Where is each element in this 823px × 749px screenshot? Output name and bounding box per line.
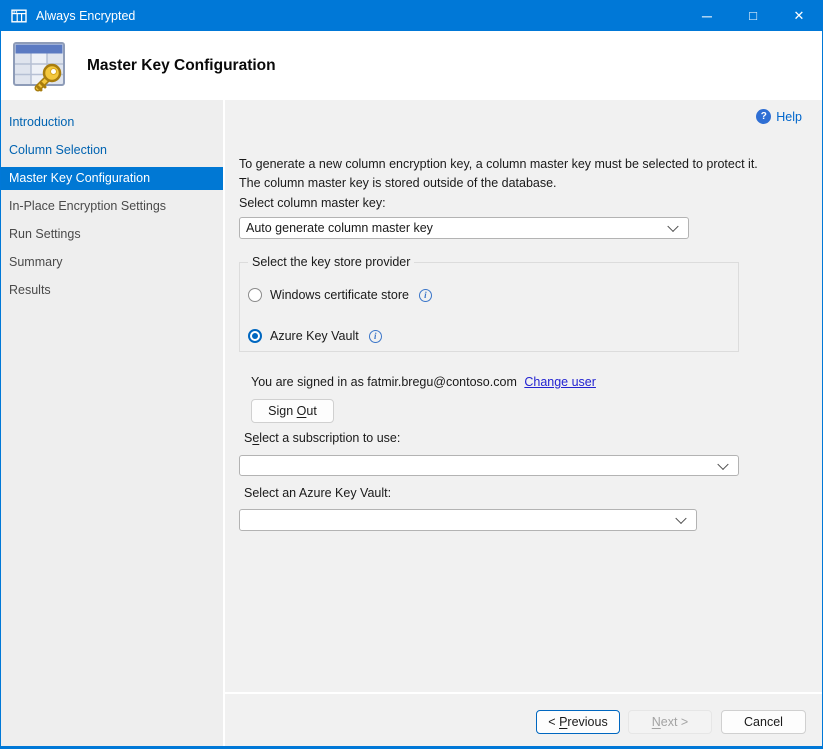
windows-certificate-store-option: Windows certificate store i [248, 288, 432, 302]
sidebar-item-introduction[interactable]: Introduction [1, 108, 223, 136]
info-icon[interactable]: i [369, 330, 382, 343]
help-label: Help [776, 110, 802, 124]
key-store-provider-legend: Select the key store provider [248, 255, 414, 269]
info-icon[interactable]: i [419, 289, 432, 302]
master-key-configuration-page: ? Help To generate a new column encrypti… [225, 100, 822, 746]
subscription-select[interactable] [239, 455, 739, 476]
sidebar-item-results[interactable]: Results [1, 276, 223, 304]
column-master-key-select[interactable]: Auto generate column master key [239, 217, 689, 239]
help-icon: ? [756, 109, 771, 124]
chevron-down-icon [667, 221, 678, 232]
button-label: O [297, 404, 307, 418]
wizard-steps-sidebar: Introduction Column Selection Master Key… [1, 100, 225, 746]
sidebar-item-in-place-encryption-settings[interactable]: In-Place Encryption Settings [1, 192, 223, 220]
always-encrypted-app-icon [11, 8, 27, 24]
always-encrypted-window: Always Encrypted ─ □ ✕ Mas [0, 0, 823, 749]
previous-button[interactable]: < Previous [536, 710, 620, 734]
button-label: ext > [661, 715, 688, 729]
table-key-icon [9, 38, 71, 94]
windows-certificate-store-radio[interactable] [248, 288, 262, 302]
button-label: Cancel [744, 715, 783, 729]
azure-key-vault-select[interactable] [239, 509, 697, 531]
button-label: < [548, 715, 559, 729]
change-user-link[interactable]: Change user [524, 375, 596, 389]
sign-out-button[interactable]: Sign Out [251, 399, 334, 423]
windows-certificate-store-label: Windows certificate store [270, 288, 409, 302]
footer-separator [225, 692, 822, 694]
close-button[interactable]: ✕ [776, 0, 822, 31]
column-master-key-value: Auto generate column master key [246, 221, 433, 235]
help-link[interactable]: ? Help [756, 109, 802, 124]
window-title: Always Encrypted [36, 9, 135, 23]
wizard-header: Master Key Configuration [1, 31, 822, 100]
page-title: Master Key Configuration [87, 57, 276, 75]
maximize-button[interactable]: □ [730, 0, 776, 31]
subscription-label: Select a subscription to use: [244, 431, 400, 445]
sidebar-item-summary[interactable]: Summary [1, 248, 223, 276]
minimize-button[interactable]: ─ [684, 0, 730, 31]
titlebar: Always Encrypted ─ □ ✕ [1, 0, 822, 31]
button-label: revious [567, 715, 607, 729]
window-controls: ─ □ ✕ [684, 0, 822, 31]
azure-key-vault-select-label: Select an Azure Key Vault: [244, 486, 391, 500]
azure-key-vault-option: Azure Key Vault i [248, 329, 382, 343]
button-label: Sign [268, 404, 297, 418]
column-master-key-label: Select column master key: [239, 196, 386, 210]
azure-key-vault-label: Azure Key Vault [270, 329, 359, 343]
sidebar-item-run-settings[interactable]: Run Settings [1, 220, 223, 248]
sidebar-item-column-selection[interactable]: Column Selection [1, 136, 223, 164]
chevron-down-icon [717, 458, 728, 469]
key-store-provider-group: Select the key store provider Windows ce… [239, 262, 739, 352]
signed-in-text: You are signed in as fatmir.bregu@contos… [251, 375, 517, 389]
button-label: ut [306, 404, 316, 418]
signed-in-status: You are signed in as fatmir.bregu@contos… [251, 375, 596, 389]
cancel-button[interactable]: Cancel [721, 710, 806, 734]
sidebar-item-master-key-configuration[interactable]: Master Key Configuration [1, 167, 223, 190]
next-button[interactable]: Next > [628, 710, 712, 734]
chevron-down-icon [675, 513, 686, 524]
intro-text: To generate a new column encryption key,… [239, 155, 763, 193]
button-label: N [652, 715, 661, 729]
azure-key-vault-radio[interactable] [248, 329, 262, 343]
